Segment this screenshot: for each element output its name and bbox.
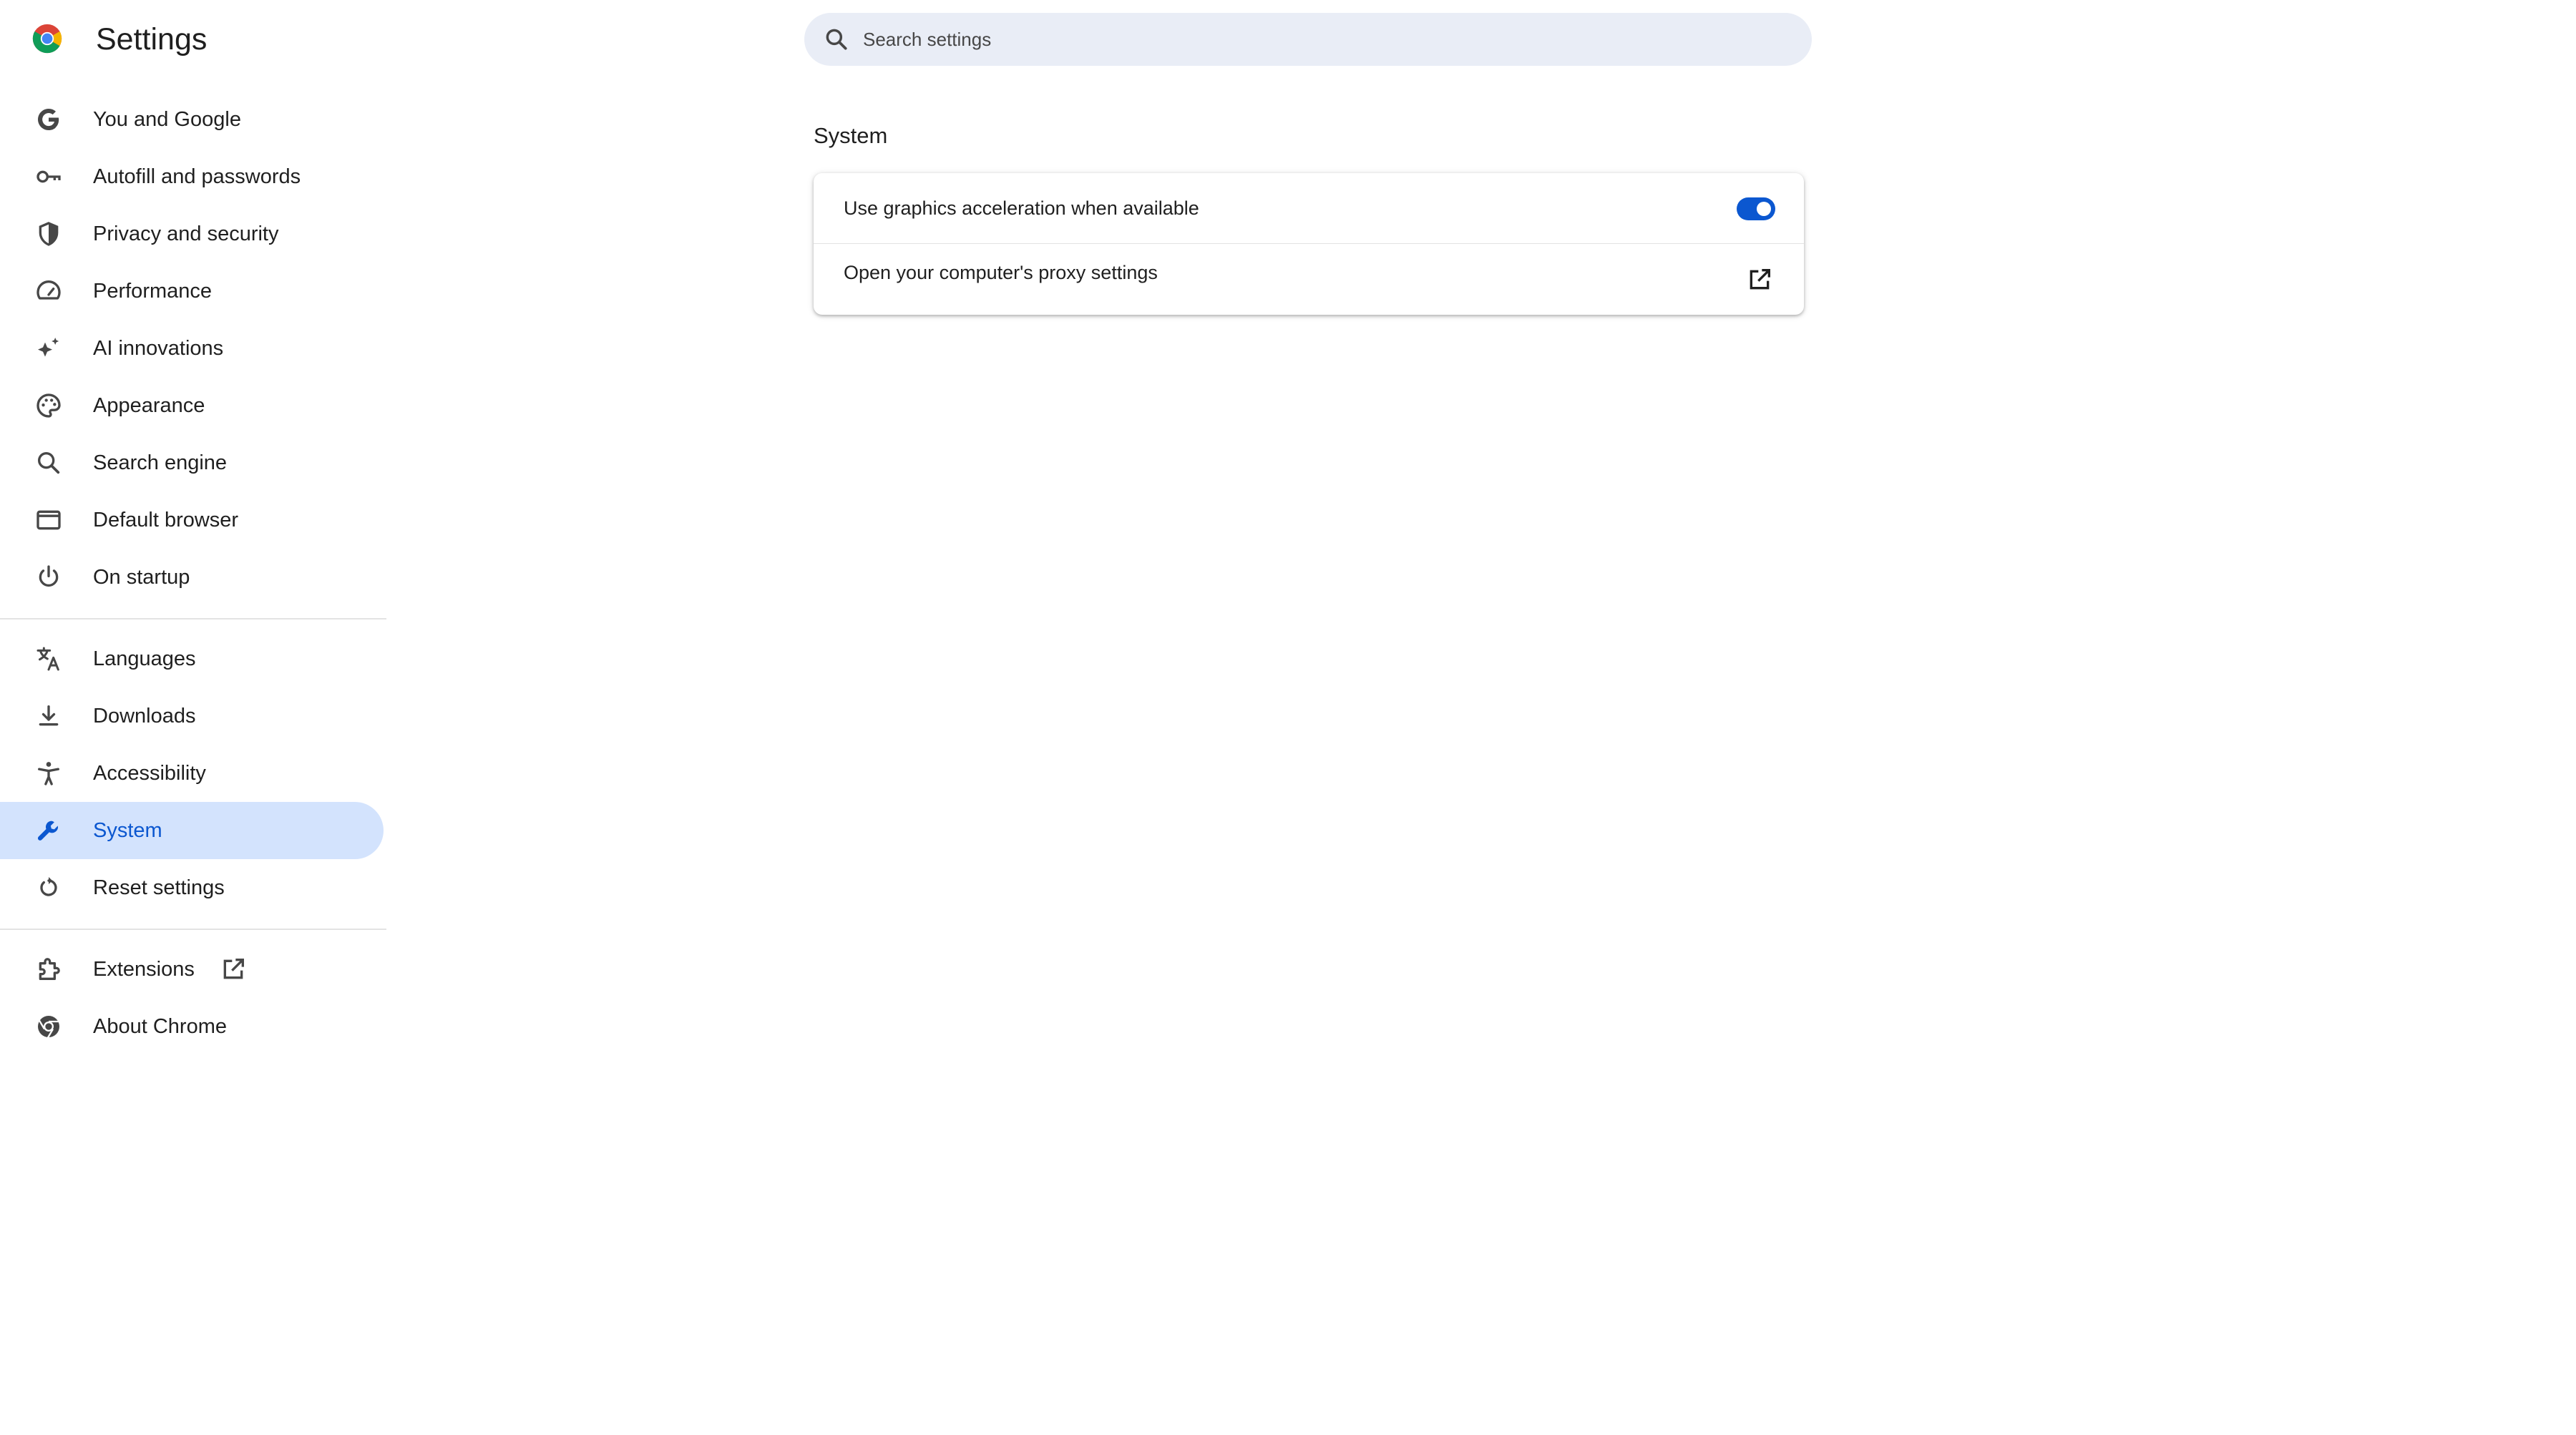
page-title: Settings	[96, 22, 208, 57]
reset-icon	[40, 877, 57, 896]
sidebar-item-autofill[interactable]: Autofill and passwords	[0, 148, 384, 205]
key-icon	[36, 170, 61, 183]
sidebar-item-label: Performance	[93, 280, 213, 303]
sidebar-item-you-and-google[interactable]: You and Google	[0, 91, 384, 148]
graphics-acceleration-toggle[interactable]	[1737, 197, 1775, 220]
sidebar-item-system[interactable]: System	[0, 802, 384, 859]
settings-page: Settings You and Google	[0, 0, 2576, 1435]
toggle-knob	[1757, 202, 1771, 216]
proxy-settings-label: Open your computer's proxy settings	[844, 262, 1158, 283]
sidebar-item-label: AI innovations	[93, 337, 224, 360]
search-icon	[826, 29, 847, 50]
sidebar-item-reset-settings[interactable]: Reset settings	[0, 859, 384, 916]
puzzle-icon	[39, 958, 60, 980]
proxy-settings-row[interactable]: Open your computer's proxy settings	[814, 244, 1804, 315]
palette-icon	[36, 393, 61, 418]
search-bar[interactable]	[804, 13, 1812, 66]
sidebar-item-label: Reset settings	[93, 876, 225, 899]
sidebar-item-label: On startup	[93, 566, 190, 589]
sidebar-item-on-startup[interactable]: On startup	[0, 549, 384, 606]
external-link-icon	[223, 959, 244, 979]
sidebar-item-privacy[interactable]: Privacy and security	[0, 205, 384, 263]
sidebar-item-label: Extensions	[93, 958, 195, 981]
sidebar-item-label: You and Google	[93, 108, 241, 131]
google-g-icon	[38, 109, 59, 130]
system-settings-card: Use graphics acceleration when available…	[814, 173, 1804, 315]
sidebar-item-label: Privacy and security	[93, 222, 279, 245]
sidebar-item-performance[interactable]: Performance	[0, 263, 384, 320]
search-input[interactable]	[854, 13, 1793, 66]
sidebar-item-label: Appearance	[93, 394, 205, 417]
sidebar-item-label: About Chrome	[93, 1015, 227, 1038]
sidebar-item-extensions[interactable]: Extensions	[0, 941, 384, 998]
download-icon	[39, 705, 59, 726]
sidebar-item-default-browser[interactable]: Default browser	[0, 491, 384, 549]
sidebar-item-languages[interactable]: Languages	[0, 630, 384, 687]
wrench-icon	[37, 821, 58, 841]
power-icon	[39, 565, 59, 587]
external-link-icon[interactable]	[1745, 265, 1774, 294]
chrome-logo-icon	[32, 24, 62, 54]
accessibility-icon	[38, 762, 60, 785]
speedometer-icon	[36, 280, 61, 300]
sidebar-item-label: System	[93, 819, 162, 842]
sidebar-item-label: Accessibility	[93, 762, 206, 785]
sidebar-item-label: Downloads	[93, 705, 196, 728]
sidebar-divider	[0, 929, 386, 930]
chrome-icon	[38, 1016, 59, 1039]
sidebar-item-about-chrome[interactable]: About Chrome	[0, 998, 384, 1055]
sidebar-item-label: Search engine	[93, 451, 228, 474]
sidebar-item-label: Languages	[93, 647, 196, 670]
sidebar-item-appearance[interactable]: Appearance	[0, 377, 384, 434]
sidebar-divider	[0, 618, 386, 619]
app-header: Settings	[0, 0, 2576, 77]
search-icon	[38, 452, 60, 474]
sidebar-item-ai-innovations[interactable]: AI innovations	[0, 320, 384, 377]
sidebar-item-accessibility[interactable]: Accessibility	[0, 745, 384, 802]
sparkle-icon	[38, 338, 59, 357]
graphics-acceleration-row: Use graphics acceleration when available	[814, 173, 1804, 243]
browser-window-icon	[36, 510, 61, 530]
sidebar-item-label: Default browser	[93, 509, 239, 532]
graphics-acceleration-label: Use graphics acceleration when available	[844, 197, 1199, 219]
sidebar-item-search-engine[interactable]: Search engine	[0, 434, 384, 491]
sidebar-item-label: Autofill and passwords	[93, 165, 301, 188]
shield-icon	[39, 222, 59, 246]
section-title: System	[814, 123, 888, 148]
translate-icon	[36, 647, 59, 671]
sidebar-item-downloads[interactable]: Downloads	[0, 687, 384, 745]
